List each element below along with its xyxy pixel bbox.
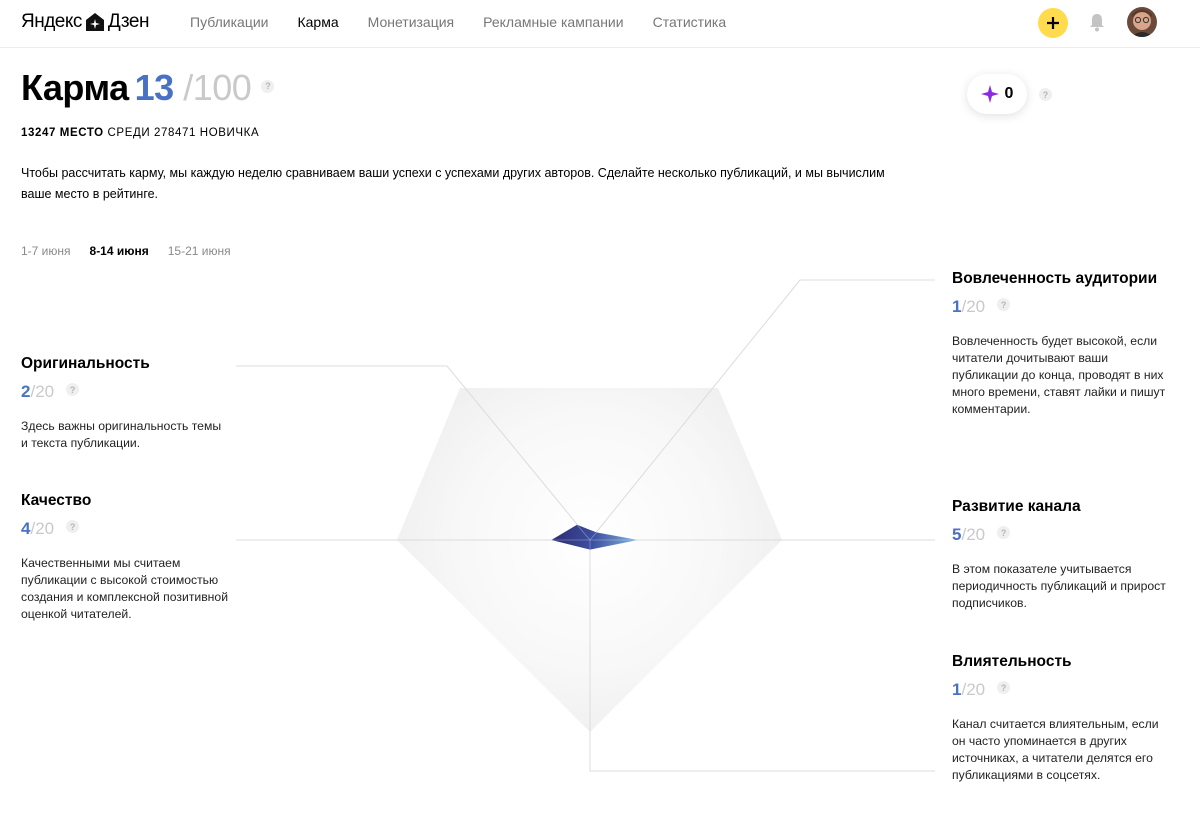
metric-help-icon[interactable]: ?	[66, 520, 80, 534]
week-tab-1[interactable]: 1-7 июня	[21, 244, 71, 258]
metric-description: Вовлеченность будет высокой, если читате…	[952, 334, 1166, 416]
nav-monetization[interactable]: Монетизация	[368, 13, 455, 31]
logo-yandex-text: Яндекс	[21, 11, 82, 32]
karma-help-icon[interactable]: ?	[261, 79, 275, 93]
metric-max: 20	[966, 525, 986, 544]
metric-title: Развитие канала	[952, 498, 1081, 515]
metric-title: Качество	[21, 492, 92, 509]
radar-point-4	[576, 524, 591, 541]
metric-max: 20	[35, 519, 55, 538]
yandex-dzen-logo[interactable]: Яндекс Дзен	[21, 10, 149, 34]
metric-help-icon[interactable]: ?	[66, 383, 80, 397]
karma-title-text: Карма	[21, 67, 129, 108]
metric-value: 1/20?	[952, 680, 1167, 700]
rank-place: 13247 МЕСТО	[21, 127, 104, 139]
metric-title: Влиятельность	[952, 653, 1072, 670]
radar-leader-lines	[236, 279, 935, 772]
rank-text: 13247 МЕСТО СРЕДИ 278471 НОВИЧКА	[21, 127, 259, 139]
radar-point-0	[589, 532, 597, 541]
page-title: Карма 13 /100?	[21, 66, 275, 110]
radar-value-polygon	[551, 524, 638, 550]
metric-max: 20	[966, 680, 986, 699]
bell-icon[interactable]	[1088, 12, 1106, 32]
nav-publications[interactable]: Публикации	[190, 13, 268, 31]
add-button[interactable]	[1038, 8, 1068, 38]
nav-karma[interactable]: Карма	[297, 13, 338, 31]
week-selector: 1-7 июня 8-14 июня 15-21 июня	[21, 244, 250, 258]
metric-title: Вовлеченность аудитории	[952, 270, 1158, 287]
metric-max: 20	[966, 297, 986, 316]
rank-rest: СРЕДИ 278471 НОВИЧКА	[107, 127, 260, 139]
karma-score: 13	[134, 67, 175, 108]
week-tab-3[interactable]: 15-21 июня	[168, 244, 231, 258]
karma-max: /100	[183, 67, 252, 108]
metric-max: 20	[35, 382, 55, 401]
nav-ad-campaigns[interactable]: Рекламные кампании	[483, 13, 623, 31]
week-tab-2[interactable]: 8-14 июня	[90, 244, 149, 258]
radar-value-shape	[551, 524, 638, 550]
metric-title: Оригинальность	[21, 355, 150, 372]
metric-influence: Влиятельность 1/20? Канал считается влия…	[952, 652, 1167, 784]
user-avatar[interactable]	[1127, 7, 1157, 37]
metric-help-icon[interactable]: ?	[997, 681, 1011, 695]
main-nav: Публикации Карма Монетизация Рекламные к…	[190, 13, 755, 31]
diamonds-help-icon[interactable]: ?	[1039, 88, 1052, 101]
metric-originality: Оригинальность 2/20? Здесь важны оригина…	[21, 354, 231, 452]
logo-dzen-text: Дзен	[107, 11, 150, 32]
dzen-house-icon	[85, 13, 104, 31]
metric-value: 1/20?	[952, 297, 1167, 317]
metric-value: 5/20?	[952, 525, 1167, 545]
diamonds-badge[interactable]: 0	[967, 74, 1027, 114]
radar-background	[397, 388, 782, 732]
metric-description: Здесь важны оригинальность темы и текста…	[21, 419, 222, 450]
nav-statistics[interactable]: Статистика	[653, 13, 727, 31]
metric-description: Качественными мы считаем публикации с вы…	[21, 556, 228, 621]
metric-description: В этом показателе учитывается периодично…	[952, 562, 1166, 610]
metric-engagement: Вовлеченность аудитории 1/20? Вовлеченно…	[952, 269, 1167, 418]
metric-help-icon[interactable]: ?	[997, 298, 1011, 312]
metric-quality: Качество 4/20? Качественными мы считаем …	[21, 491, 231, 623]
plus-icon	[1047, 17, 1059, 29]
top-header: Яндекс Дзен Публикации Карма Монетизация…	[0, 0, 1200, 48]
metric-help-icon[interactable]: ?	[997, 526, 1011, 540]
metric-value: 2/20?	[21, 382, 231, 402]
metric-value: 4/20?	[21, 519, 231, 539]
metric-growth: Развитие канала 5/20? В этом показателе …	[952, 497, 1167, 612]
diamonds-count: 0	[1004, 85, 1014, 102]
diamond-icon	[980, 85, 999, 103]
intro-paragraph: Чтобы рассчитать карму, мы каждую неделю…	[21, 166, 885, 201]
metric-description: Канал считается влиятельным, если он час…	[952, 717, 1159, 782]
